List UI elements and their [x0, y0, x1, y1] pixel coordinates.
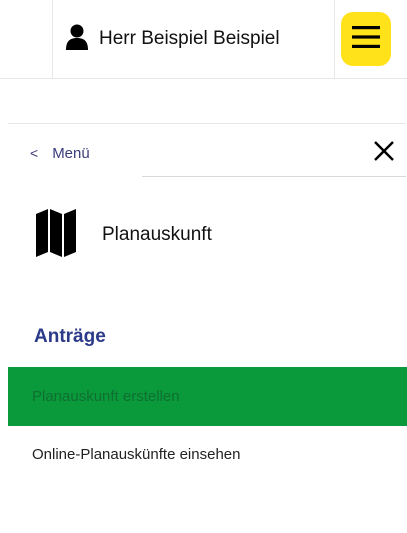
section-header: Planauskunft [34, 208, 212, 263]
hamburger-menu-button[interactable] [341, 12, 391, 66]
hamburger-menu-icon [351, 24, 381, 55]
group-title: Anträge [34, 326, 106, 347]
section-title: Planauskunft [102, 224, 212, 245]
menu-item-label: Online-Planauskünfte einsehen [32, 446, 241, 463]
page: Herr Beispiel Beispiel < Menü Planauskun… [0, 0, 407, 533]
menu-item-label: Planauskunft erstellen [32, 388, 180, 405]
menu-item-planauskunft-erstellen[interactable]: Planauskunft erstellen [8, 367, 407, 426]
back-label: Menü [52, 144, 90, 162]
map-icon [34, 208, 78, 263]
divider [142, 176, 406, 177]
user-account-button[interactable]: Herr Beispiel Beispiel [52, 0, 335, 78]
menu-item-online-planauskuenfte[interactable]: Online-Planauskünfte einsehen [32, 446, 240, 463]
close-icon [373, 140, 395, 167]
person-icon [65, 23, 89, 56]
divider [8, 123, 406, 124]
back-to-menu-link[interactable]: < Menü [30, 141, 90, 165]
chevron-left-icon: < [30, 145, 39, 161]
close-button[interactable] [369, 138, 399, 168]
top-header: Herr Beispiel Beispiel [0, 0, 407, 79]
user-name-label: Herr Beispiel Beispiel [99, 28, 280, 49]
